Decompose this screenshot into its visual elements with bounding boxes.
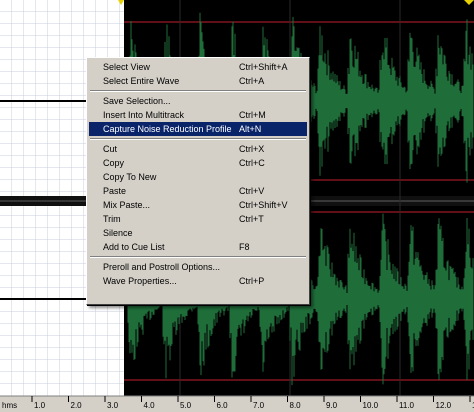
menu-item-shortcut: Ctrl+T <box>239 214 264 224</box>
menu-item-label: Capture Noise Reduction Profile <box>103 124 232 134</box>
menu-item-shortcut <box>239 260 301 274</box>
menu-item-cut[interactable]: Cut Ctrl+X <box>89 142 307 156</box>
menu-item-label: Paste <box>103 186 127 196</box>
menu-item-shortcut <box>239 94 301 108</box>
menu-item-shortcut: Ctrl+Shift+V <box>239 200 288 210</box>
menu-item-label: Mix Paste... <box>103 200 151 210</box>
menu-item-label: Silence <box>103 228 133 238</box>
menu-item-add-to-cue-list[interactable]: Add to Cue List F8 <box>89 240 307 254</box>
menu-separator <box>90 90 306 92</box>
menu-separator <box>90 256 306 258</box>
menu-item-shortcut: Ctrl+A <box>239 76 265 86</box>
menu-item-label: Copy <box>103 158 125 168</box>
menu-item-copy[interactable]: Copy Ctrl+C <box>89 156 307 170</box>
menu-item-label: Preroll and Postroll Options... <box>103 262 221 272</box>
ruler-tick-label: 2.0 <box>71 401 83 410</box>
menu-item-insert-into-multitrack[interactable]: Insert Into Multitrack Ctrl+M <box>89 108 307 122</box>
ruler-tick-label: 9.0 <box>326 401 338 410</box>
ruler-tick-label: 8.0 <box>290 401 302 410</box>
menu-item-label: Cut <box>103 144 118 154</box>
menu-item-label: Trim <box>103 214 121 224</box>
ruler-tick-label: 10.0 <box>363 401 379 410</box>
menu-item-select-entire-wave[interactable]: Select Entire Wave Ctrl+A <box>89 74 307 88</box>
menu-item-label: Add to Cue List <box>103 242 165 252</box>
ruler-tick-label: 4.0 <box>144 401 156 410</box>
context-menu[interactable]: Select View Ctrl+Shift+A Select Entire Wav… <box>86 57 310 305</box>
menu-item-save-selection[interactable]: Save Selection... <box>89 94 307 108</box>
menu-item-shortcut: Ctrl+P <box>239 276 265 286</box>
menu-item-shortcut: F8 <box>239 242 250 252</box>
ruler-tick-label: 12.0 <box>436 401 452 410</box>
menu-item-select-view[interactable]: Select View Ctrl+Shift+A <box>89 60 307 74</box>
menu-item-shortcut: Ctrl+V <box>239 186 265 196</box>
ruler-tick-label: 6.0 <box>217 401 229 410</box>
menu-item-label: Select Entire Wave <box>103 76 180 86</box>
menu-item-preroll-and-postroll-options[interactable]: Preroll and Postroll Options... <box>89 260 307 274</box>
menu-item-shortcut <box>239 226 301 240</box>
menu-item-shortcut: Ctrl+Shift+A <box>239 62 288 72</box>
menu-item-label: Wave Properties... <box>103 276 177 286</box>
menu-item-capture-noise-reduction-profile[interactable]: Capture Noise Reduction Profile Alt+N <box>89 122 307 136</box>
waveform-editor[interactable]: hms 1.0 2.0 3.0 4.0 5.0 6.0 7.0 8.0 9.0 10.0 11.0 1… <box>0 0 474 412</box>
ruler-tick-label: 11.0 <box>399 401 415 410</box>
ruler-tick-label: 7.0 <box>253 401 265 410</box>
menu-item-trim[interactable]: Trim Ctrl+T <box>89 212 307 226</box>
menu-item-shortcut: Ctrl+X <box>239 144 265 154</box>
menu-item-copy-to-new[interactable]: Copy To New <box>89 170 307 184</box>
ruler-tick-label: 5.0 <box>180 401 192 410</box>
menu-item-mix-paste[interactable]: Mix Paste... Ctrl+Shift+V <box>89 198 307 212</box>
ruler-tick-label: 3.0 <box>107 401 119 410</box>
menu-item-shortcut: Ctrl+C <box>239 158 265 168</box>
ruler-tick-label: 1.0 <box>34 401 46 410</box>
menu-item-shortcut: Alt+N <box>239 124 262 134</box>
menu-item-silence[interactable]: Silence <box>89 226 307 240</box>
menu-item-wave-properties[interactable]: Wave Properties... Ctrl+P <box>89 274 307 288</box>
menu-separator <box>90 138 306 140</box>
menu-item-label: Select View <box>103 62 150 72</box>
menu-item-shortcut <box>239 170 301 184</box>
menu-item-label: Copy To New <box>103 172 157 182</box>
menu-item-paste[interactable]: Paste Ctrl+V <box>89 184 307 198</box>
menu-item-label: Insert Into Multitrack <box>103 110 185 120</box>
ruler-unit: hms <box>2 401 17 410</box>
menu-item-shortcut: Ctrl+M <box>239 110 266 120</box>
menu-item-label: Save Selection... <box>103 96 171 106</box>
